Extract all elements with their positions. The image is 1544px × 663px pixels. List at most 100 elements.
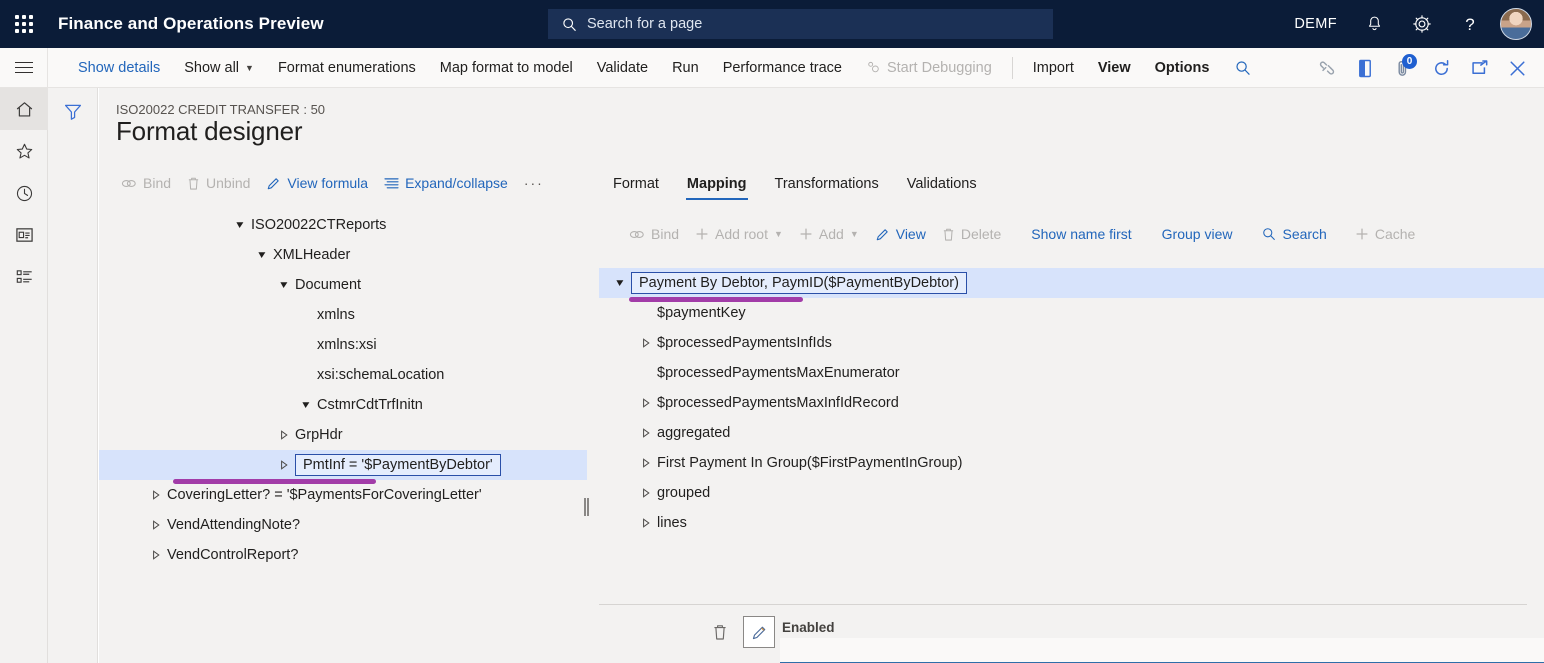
footer-edit-button[interactable] <box>743 616 775 648</box>
action-view[interactable]: View <box>1086 48 1143 88</box>
bell-icon[interactable] <box>1351 0 1398 48</box>
chevron-collapsed-icon[interactable] <box>635 338 657 348</box>
waffle-grid-icon[interactable] <box>0 0 48 48</box>
tree-row[interactable]: $paymentKey <box>599 298 1544 328</box>
chevron-collapsed-icon[interactable] <box>273 460 295 470</box>
enabled-field[interactable] <box>780 638 1544 663</box>
tab-format[interactable]: Format <box>599 168 673 200</box>
tree-row[interactable]: Payment By Debtor, PaymID($PaymentByDebt… <box>599 268 1544 298</box>
chevron-collapsed-icon[interactable] <box>635 488 657 498</box>
tree-row[interactable]: xmlns <box>99 300 587 330</box>
action-options[interactable]: Options <box>1143 48 1222 88</box>
tree-row[interactable]: aggregated <box>599 418 1544 448</box>
format-expand-collapse-button[interactable]: Expand/collapse <box>376 169 516 197</box>
chevron-collapsed-icon[interactable] <box>635 428 657 438</box>
tree-row-label: grouped <box>657 485 710 501</box>
rail-item-home[interactable] <box>0 88 48 130</box>
tab-validations[interactable]: Validations <box>893 168 991 200</box>
tree-row[interactable]: Document <box>99 270 587 300</box>
refresh-icon[interactable] <box>1422 48 1460 88</box>
plus-icon <box>799 227 813 241</box>
hamburger-menu-icon[interactable] <box>0 48 48 88</box>
question-mark-icon[interactable]: ? <box>1446 0 1494 48</box>
rail-item-workspaces[interactable] <box>0 214 48 256</box>
action-format-enumerations[interactable]: Format enumerations <box>266 48 428 88</box>
close-icon[interactable] <box>1498 48 1536 88</box>
tree-row[interactable]: grouped <box>599 478 1544 508</box>
tree-row[interactable]: VendControlReport? <box>99 540 587 570</box>
format-unbind-button: Unbind <box>179 169 258 197</box>
format-overflow-ellipsis-icon[interactable]: ··· <box>516 169 552 197</box>
tree-row[interactable]: PmtInf = '$PaymentByDebtor' <box>99 450 587 480</box>
format-designer-workspace: ISO20022 CREDIT TRANSFER : 50 Format des… <box>99 88 1544 663</box>
attachments-icon[interactable]: 0 <box>1384 48 1422 88</box>
action-validate[interactable]: Validate <box>585 48 660 88</box>
tree-row-label: xsi:schemaLocation <box>317 367 444 383</box>
popout-icon[interactable] <box>1460 48 1498 88</box>
mapping-group-view-button[interactable]: Group view <box>1154 220 1241 248</box>
workspaces-icon <box>15 226 34 244</box>
chevron-collapsed-icon[interactable] <box>273 430 295 440</box>
mapping-search-button[interactable]: Search <box>1254 220 1334 248</box>
tree-row[interactable]: XMLHeader <box>99 240 587 270</box>
action-show-details[interactable]: Show details <box>66 48 172 88</box>
pencil-edit-icon <box>751 624 768 641</box>
office-app-icon[interactable] <box>1346 48 1384 88</box>
action-map-format-to-model[interactable]: Map format to model <box>428 48 585 88</box>
link-share-icon[interactable] <box>1308 48 1346 88</box>
tree-row[interactable]: xmlns:xsi <box>99 330 587 360</box>
tree-row-label: aggregated <box>657 425 730 441</box>
tree-row[interactable]: CoveringLetter? = '$PaymentsForCoveringL… <box>99 480 587 510</box>
footer-delete-button[interactable] <box>706 618 734 646</box>
tab-mapping[interactable]: Mapping <box>673 168 761 200</box>
tree-row[interactable]: $processedPaymentsMaxEnumerator <box>599 358 1544 388</box>
action-show-all[interactable]: Show all ▼ <box>172 48 266 88</box>
action-import[interactable]: Import <box>1021 48 1086 88</box>
toolbar-divider <box>1012 57 1013 79</box>
tree-row[interactable]: lines <box>599 508 1544 538</box>
tree-row[interactable]: xsi:schemaLocation <box>99 360 587 390</box>
chevron-expanded-icon[interactable] <box>229 220 251 230</box>
filter-funnel-icon[interactable] <box>48 102 98 122</box>
chevron-collapsed-icon[interactable] <box>145 490 167 500</box>
chevron-collapsed-icon[interactable] <box>635 518 657 528</box>
pane-splitter-handle[interactable] <box>584 498 589 516</box>
format-tree-toolbar: Bind Unbind View formula Expand/collapse <box>113 168 552 198</box>
tree-row[interactable]: GrpHdr <box>99 420 587 450</box>
chevron-expanded-icon[interactable] <box>295 400 317 410</box>
action-pane-search-icon[interactable] <box>1221 48 1265 88</box>
global-search-input[interactable]: Search for a page <box>548 9 1053 39</box>
chevron-expanded-icon[interactable] <box>609 278 631 288</box>
chevron-collapsed-icon[interactable] <box>635 458 657 468</box>
mapping-bind-button: Bind <box>621 220 687 248</box>
chevron-collapsed-icon[interactable] <box>145 520 167 530</box>
plus-icon <box>695 227 709 241</box>
tree-row[interactable]: First Payment In Group($FirstPaymentInGr… <box>599 448 1544 478</box>
company-selector[interactable]: DEMF <box>1280 0 1351 48</box>
tree-row[interactable]: $processedPaymentsMaxInfIdRecord <box>599 388 1544 418</box>
mapping-delete-button: Delete <box>934 220 1009 248</box>
svg-text:?: ? <box>1465 15 1474 34</box>
mapping-view-button[interactable]: View <box>867 220 934 248</box>
tree-row[interactable]: CstmrCdtTrfInitn <box>99 390 587 420</box>
format-view-formula-button[interactable]: View formula <box>258 169 376 197</box>
tree-row[interactable]: ISO20022CTReports <box>99 210 587 240</box>
tree-row[interactable]: VendAttendingNote? <box>99 510 587 540</box>
list-lines-icon <box>384 177 399 190</box>
action-run[interactable]: Run <box>660 48 711 88</box>
chevron-collapsed-icon[interactable] <box>635 398 657 408</box>
rail-item-recent[interactable] <box>0 172 48 214</box>
avatar[interactable] <box>1500 8 1532 40</box>
chevron-collapsed-icon[interactable] <box>145 550 167 560</box>
chevron-expanded-icon[interactable] <box>273 280 295 290</box>
chevron-expanded-icon[interactable] <box>251 250 273 260</box>
tree-row[interactable]: $processedPaymentsInfIds <box>599 328 1544 358</box>
rail-item-modules[interactable] <box>0 256 48 298</box>
action-performance-trace[interactable]: Performance trace <box>711 48 854 88</box>
mapping-show-name-first-button[interactable]: Show name first <box>1023 220 1139 248</box>
rail-item-favorites[interactable] <box>0 130 48 172</box>
search-icon <box>1262 227 1276 241</box>
gear-icon[interactable] <box>1398 0 1446 48</box>
tree-row-label: ISO20022CTReports <box>251 217 386 233</box>
tab-transformations[interactable]: Transformations <box>761 168 893 200</box>
